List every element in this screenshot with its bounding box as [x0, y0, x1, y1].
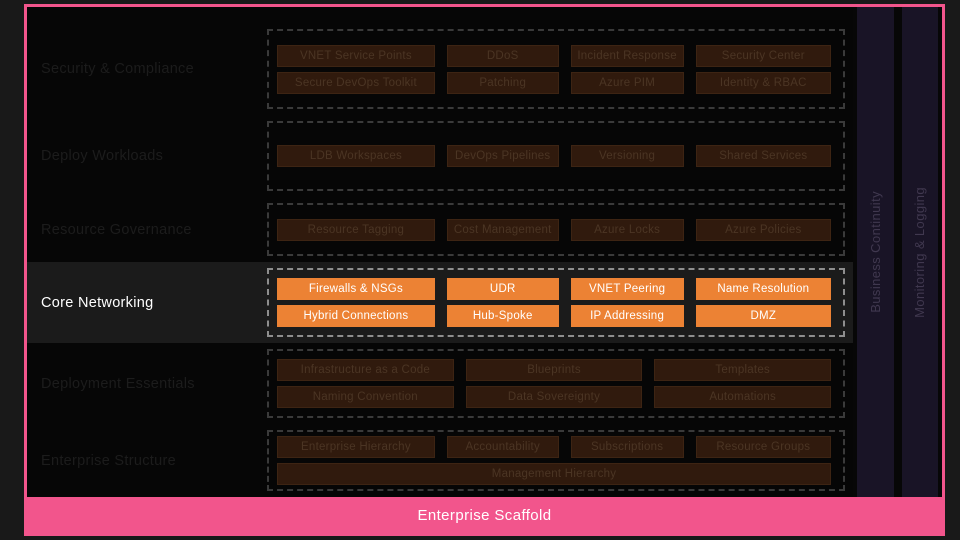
- tile-line: Enterprise Hierarchy Accountability Subscr…: [271, 436, 837, 458]
- capability-tile[interactable]: Versioning: [570, 145, 684, 167]
- capability-tile[interactable]: DDoS: [446, 44, 559, 67]
- capability-tile[interactable]: IP Addressing: [570, 305, 684, 327]
- capability-tile[interactable]: LDB Workspaces: [277, 145, 435, 167]
- band-label: Business Continuity: [867, 191, 883, 313]
- capability-row[interactable]: Deploy Workloads LDB Workspaces DevOps Pip…: [27, 115, 853, 197]
- tile-line: Naming Convention Data Sovereignty Automat…: [271, 386, 837, 408]
- capability-tile[interactable]: VNET Service Points: [277, 44, 435, 67]
- tile-line: VNET Service Points DDoS Incident Response…: [271, 44, 837, 67]
- capability-tile[interactable]: Firewalls & NSGs: [277, 278, 435, 300]
- capability-row[interactable]: Deployment Essentials Infrastructure as a…: [27, 343, 853, 424]
- row-tile-group: Resource Tagging Cost Management Azure Loc…: [267, 203, 845, 256]
- row-label: Enterprise Structure: [41, 452, 176, 469]
- capability-tile[interactable]: Resource Tagging: [277, 218, 435, 241]
- capability-tile[interactable]: Accountability: [446, 436, 559, 458]
- capability-rows: Security & Compliance VNET Service Points…: [27, 7, 853, 497]
- row-label: Core Networking: [41, 294, 154, 311]
- capability-tile[interactable]: Naming Convention: [277, 386, 454, 408]
- footer-bar: Enterprise Scaffold: [27, 497, 942, 533]
- capability-tile[interactable]: UDR: [446, 278, 559, 300]
- row-label: Security & Compliance: [41, 61, 194, 77]
- row-tile-group: Infrastructure as a Code Blueprints Templa…: [267, 349, 845, 418]
- cross-cutting-band[interactable]: Business Continuity: [857, 7, 894, 497]
- capability-row[interactable]: Resource Governance Resource Tagging Cost …: [27, 197, 853, 262]
- row-label: Resource Governance: [41, 221, 192, 238]
- capability-row[interactable]: Enterprise Structure Enterprise Hierarchy…: [27, 424, 853, 497]
- row-label: Deployment Essentials: [41, 375, 195, 392]
- capability-row[interactable]: Security & Compliance VNET Service Points…: [27, 23, 853, 115]
- capability-tile[interactable]: Incident Response: [570, 44, 684, 67]
- scaffold-board: Security & Compliance VNET Service Points…: [27, 7, 942, 497]
- capability-tile[interactable]: Data Sovereignty: [465, 386, 643, 408]
- capability-tile[interactable]: DMZ: [695, 305, 831, 327]
- diagram-frame: Security & Compliance VNET Service Points…: [24, 4, 945, 536]
- capability-tile[interactable]: Templates: [654, 359, 832, 381]
- tile-line: Resource Tagging Cost Management Azure Loc…: [271, 218, 837, 241]
- capability-tile[interactable]: Secure DevOps Toolkit: [277, 71, 435, 94]
- capability-tile[interactable]: Azure PIM: [570, 71, 684, 94]
- row-tile-group: LDB Workspaces DevOps Pipelines Versioning…: [267, 121, 845, 191]
- row-label: Deploy Workloads: [41, 148, 164, 164]
- capability-tile[interactable]: VNET Peering: [570, 278, 684, 300]
- row-tile-group: Enterprise Hierarchy Accountability Subscr…: [267, 430, 845, 491]
- tile-line: LDB Workspaces DevOps Pipelines Versioning…: [271, 145, 837, 167]
- cross-cutting-band[interactable]: Monitoring & Logging: [901, 7, 938, 497]
- band-label: Monitoring & Logging: [912, 186, 928, 318]
- capability-tile[interactable]: Cost Management: [446, 218, 559, 241]
- tile-line: Infrastructure as a Code Blueprints Templa…: [271, 359, 837, 381]
- capability-tile[interactable]: Azure Policies: [695, 218, 831, 241]
- tile-line: Secure DevOps Toolkit Patching Azure PIM Id…: [271, 71, 837, 94]
- capability-tile[interactable]: Azure Locks: [570, 218, 684, 241]
- tile-line: Management Hierarchy: [271, 463, 837, 485]
- capability-tile[interactable]: DevOps Pipelines: [446, 145, 559, 167]
- capability-tile[interactable]: Enterprise Hierarchy: [277, 436, 435, 458]
- capability-row[interactable]: Core Networking Firewalls & NSGs UDR VNET P…: [27, 262, 853, 343]
- capability-tile[interactable]: Identity & RBAC: [695, 71, 831, 94]
- tile-line: Firewalls & NSGs UDR VNET Peering Name Reso…: [271, 278, 837, 300]
- capability-tile[interactable]: Patching: [446, 71, 559, 94]
- footer-label: Enterprise Scaffold: [417, 506, 552, 524]
- capability-tile[interactable]: Name Resolution: [695, 278, 831, 300]
- row-tile-group: Firewalls & NSGs UDR VNET Peering Name Reso…: [267, 268, 845, 337]
- capability-tile[interactable]: Security Center: [695, 44, 831, 67]
- capability-tile[interactable]: Shared Services: [695, 145, 831, 167]
- capability-tile[interactable]: Blueprints: [465, 359, 643, 381]
- capability-tile[interactable]: Automations: [654, 386, 832, 408]
- row-tile-group: VNET Service Points DDoS Incident Response…: [267, 29, 845, 109]
- capability-tile[interactable]: Subscriptions: [570, 436, 684, 458]
- capability-tile[interactable]: Hybrid Connections: [277, 305, 435, 327]
- capability-tile[interactable]: Management Hierarchy: [277, 463, 831, 485]
- cross-cutting-bands: Business Continuity Monitoring & Logging: [853, 7, 942, 497]
- capability-tile[interactable]: Resource Groups: [695, 436, 831, 458]
- capability-tile[interactable]: Hub-Spoke: [446, 305, 559, 327]
- tile-line: Hybrid Connections Hub-Spoke IP Addressing…: [271, 305, 837, 327]
- capability-tile[interactable]: Infrastructure as a Code: [277, 359, 454, 381]
